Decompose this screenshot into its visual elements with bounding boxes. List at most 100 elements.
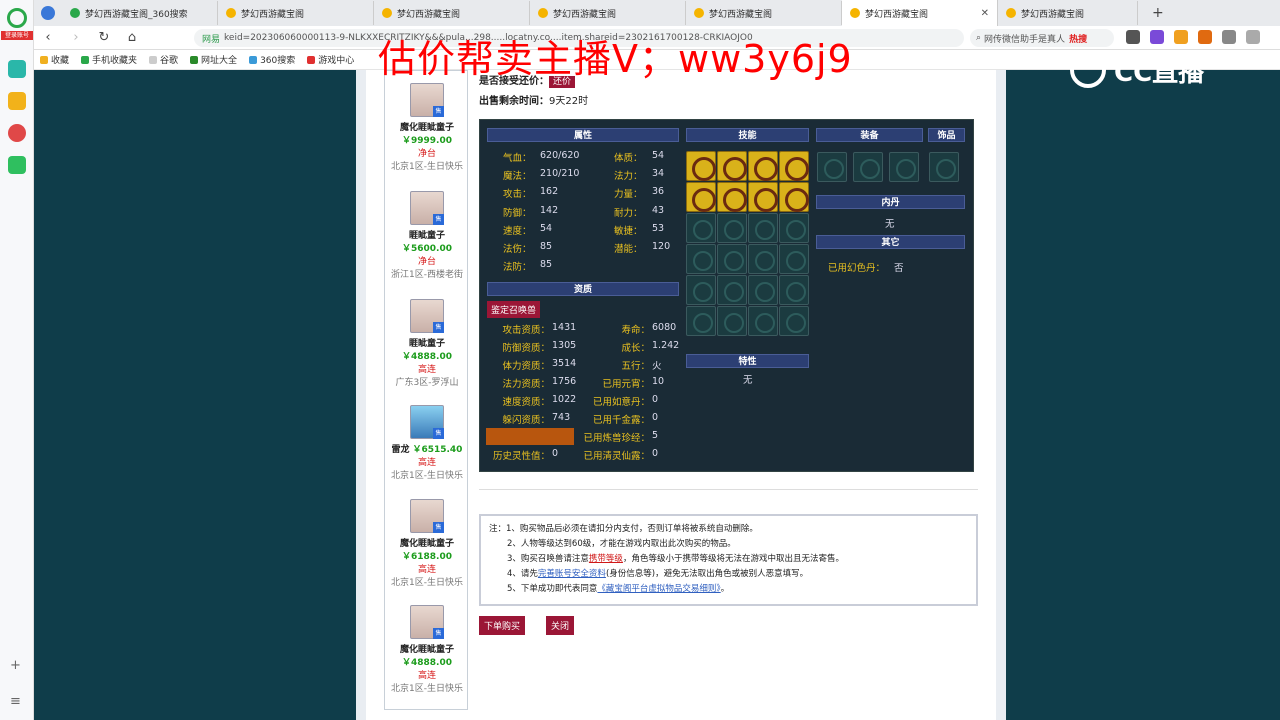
list-item[interactable]: 售 睚眦童子 ￥5600.00 净台 浙江1区-西楼老街	[385, 191, 469, 280]
aptitude-value: 1431	[552, 322, 577, 333]
tab-5[interactable]: 梦幻西游藏宝阁	[686, 1, 842, 25]
empty-skill-slot[interactable]	[686, 213, 716, 243]
tab-4[interactable]: 梦幻西游藏宝阁	[530, 1, 686, 25]
list-item[interactable]: 售 魔化睚眦童子 ￥4888.00 高连 北京1区-生日快乐	[385, 605, 469, 694]
decor-slot[interactable]	[929, 152, 959, 182]
bookmark-mobile[interactable]: 手机收藏夹	[75, 53, 143, 66]
pet-list: 售 魔化睚眦童子 ￥9999.00 净台 北京1区-生日快乐 售 睚眦童子 ￥5…	[384, 70, 468, 710]
empty-skill-slot[interactable]	[686, 306, 716, 336]
empty-skill-slot[interactable]	[779, 213, 809, 243]
pet-price: ￥6188.00	[402, 552, 452, 562]
skill-icon[interactable]	[748, 151, 778, 181]
tab-nav-icon[interactable]	[34, 6, 62, 20]
attr-value: 43	[652, 204, 665, 216]
tab-3[interactable]: 梦幻西游藏宝阁	[374, 1, 530, 25]
list-item[interactable]: 售 魔化睚眦童子 ￥6188.00 高连 北京1区-生日快乐	[385, 499, 469, 588]
equip-header: 装备	[816, 128, 923, 142]
aptitude-value: 10	[652, 376, 665, 387]
tab-2[interactable]: 梦幻西游藏宝阁	[218, 1, 374, 25]
attr-value: 36	[652, 186, 665, 198]
plus-icon[interactable]	[8, 60, 26, 78]
skill-icon[interactable]	[748, 182, 778, 212]
equip-slot[interactable]	[853, 152, 883, 182]
identify-summon-button[interactable]: 鉴定召唤兽	[487, 301, 541, 318]
login-badge[interactable]: 登录账号	[1, 31, 33, 40]
shield-icon[interactable]	[1174, 30, 1188, 44]
equip-slot[interactable]	[889, 152, 919, 182]
pet-server: 北京1区-生日快乐	[391, 684, 463, 694]
empty-skill-slot[interactable]	[748, 306, 778, 336]
new-tab-button[interactable]: +	[1138, 5, 1178, 21]
skill-icon[interactable]	[717, 151, 747, 181]
bookmark-360[interactable]: 360搜索	[243, 53, 301, 66]
grid-icon[interactable]	[1222, 30, 1236, 44]
empty-skill-slot[interactable]	[748, 275, 778, 305]
star-icon[interactable]	[8, 92, 26, 110]
aptitude-value: 1756	[552, 376, 577, 387]
aptitude-value: 1.242	[652, 340, 680, 351]
pet-status: 净台	[417, 149, 436, 159]
attr-value: 85	[540, 241, 553, 252]
weibo-icon[interactable]	[8, 124, 26, 142]
attr-key: 防御：	[503, 207, 532, 219]
empty-skill-slot[interactable]	[779, 275, 809, 305]
game-icon	[307, 55, 316, 64]
mail-icon[interactable]	[8, 156, 26, 174]
aptitude-key: 已用元宵：	[602, 379, 650, 390]
pet-name: 睚眦童子	[408, 339, 445, 349]
decor-header: 饰品	[928, 128, 965, 142]
empty-skill-slot[interactable]	[717, 213, 747, 243]
list-item[interactable]: 售 睚眦童子 ￥4888.00 高连 广东3区-罗浮山	[385, 299, 469, 388]
scissors-icon[interactable]	[1126, 30, 1140, 44]
trade-rules-link[interactable]: 《藏宝阁平台虚拟物品交易细则》	[597, 584, 720, 594]
skill-icon[interactable]	[717, 182, 747, 212]
reload-icon[interactable]: ↻	[90, 30, 118, 45]
tab-6[interactable]: 梦幻西游藏宝阁 ✕	[842, 0, 998, 26]
empty-skill-slot[interactable]	[686, 244, 716, 274]
buy-button[interactable]: 下单购买	[479, 616, 526, 635]
home-icon[interactable]: ⌂	[118, 30, 146, 45]
back-icon[interactable]: ‹	[34, 30, 62, 45]
empty-skill-slot[interactable]	[717, 306, 747, 336]
forward-icon[interactable]: ›	[62, 30, 90, 45]
pet-name: 魔化睚眦童子	[399, 123, 454, 133]
empty-skill-slot[interactable]	[779, 244, 809, 274]
empty-skill-slot[interactable]	[748, 213, 778, 243]
add-icon[interactable]: +	[10, 658, 21, 673]
watermark-overlay: 估价帮卖主播V；ww3y6j9	[378, 37, 853, 81]
skill-icon[interactable]	[686, 182, 716, 212]
bookmark-hao[interactable]: 网址大全	[184, 53, 243, 66]
empty-skill-slot[interactable]	[748, 244, 778, 274]
menu-icon[interactable]: ≡	[10, 694, 21, 709]
game-icon	[694, 8, 704, 18]
skill-icon[interactable]	[779, 182, 809, 212]
equip-slot[interactable]	[817, 152, 847, 182]
pet-price: ￥4888.00	[402, 352, 452, 362]
settings-icon[interactable]	[1246, 30, 1260, 44]
security-info-link[interactable]: 完善账号安全资料	[538, 569, 606, 579]
empty-skill-slot[interactable]	[717, 244, 747, 274]
list-item[interactable]: 售 魔化睚眦童子 ￥9999.00 净台 北京1区-生日快乐	[385, 83, 469, 172]
extension-icon[interactable]	[1150, 30, 1164, 44]
bookmark-games[interactable]: 游戏中心	[301, 53, 360, 66]
skill-icon[interactable]	[779, 151, 809, 181]
close-button[interactable]: 关闭	[546, 616, 575, 635]
gamepad-icon[interactable]	[1198, 30, 1212, 44]
inner-header: 内丹	[816, 195, 965, 209]
search-icon: ⌕	[976, 33, 982, 43]
aptitude-key: 成长：	[621, 343, 650, 354]
carry-level-link[interactable]: 携带等级	[589, 554, 623, 564]
empty-skill-slot[interactable]	[717, 275, 747, 305]
tab-7[interactable]: 梦幻西游藏宝阁	[998, 1, 1138, 25]
close-tab-icon[interactable]: ✕	[981, 8, 989, 19]
skill-icon[interactable]	[686, 151, 716, 181]
tab-1[interactable]: 梦幻西游藏宝阁_360搜索	[62, 1, 218, 25]
extension-icons	[1126, 30, 1260, 44]
list-item[interactable]: 售 雷龙 ￥6515.40 高连 北京1区-生日快乐	[385, 405, 469, 481]
empty-skill-slot[interactable]	[779, 306, 809, 336]
empty-skill-slot[interactable]	[686, 275, 716, 305]
search-input[interactable]: ⌕ 网传微信助手是真人 热搜	[970, 29, 1114, 47]
bookmark-google[interactable]: 谷歌	[143, 53, 184, 66]
bookmark-favorites[interactable]: 收藏	[34, 53, 75, 66]
pet-name: 雷龙	[391, 445, 410, 455]
